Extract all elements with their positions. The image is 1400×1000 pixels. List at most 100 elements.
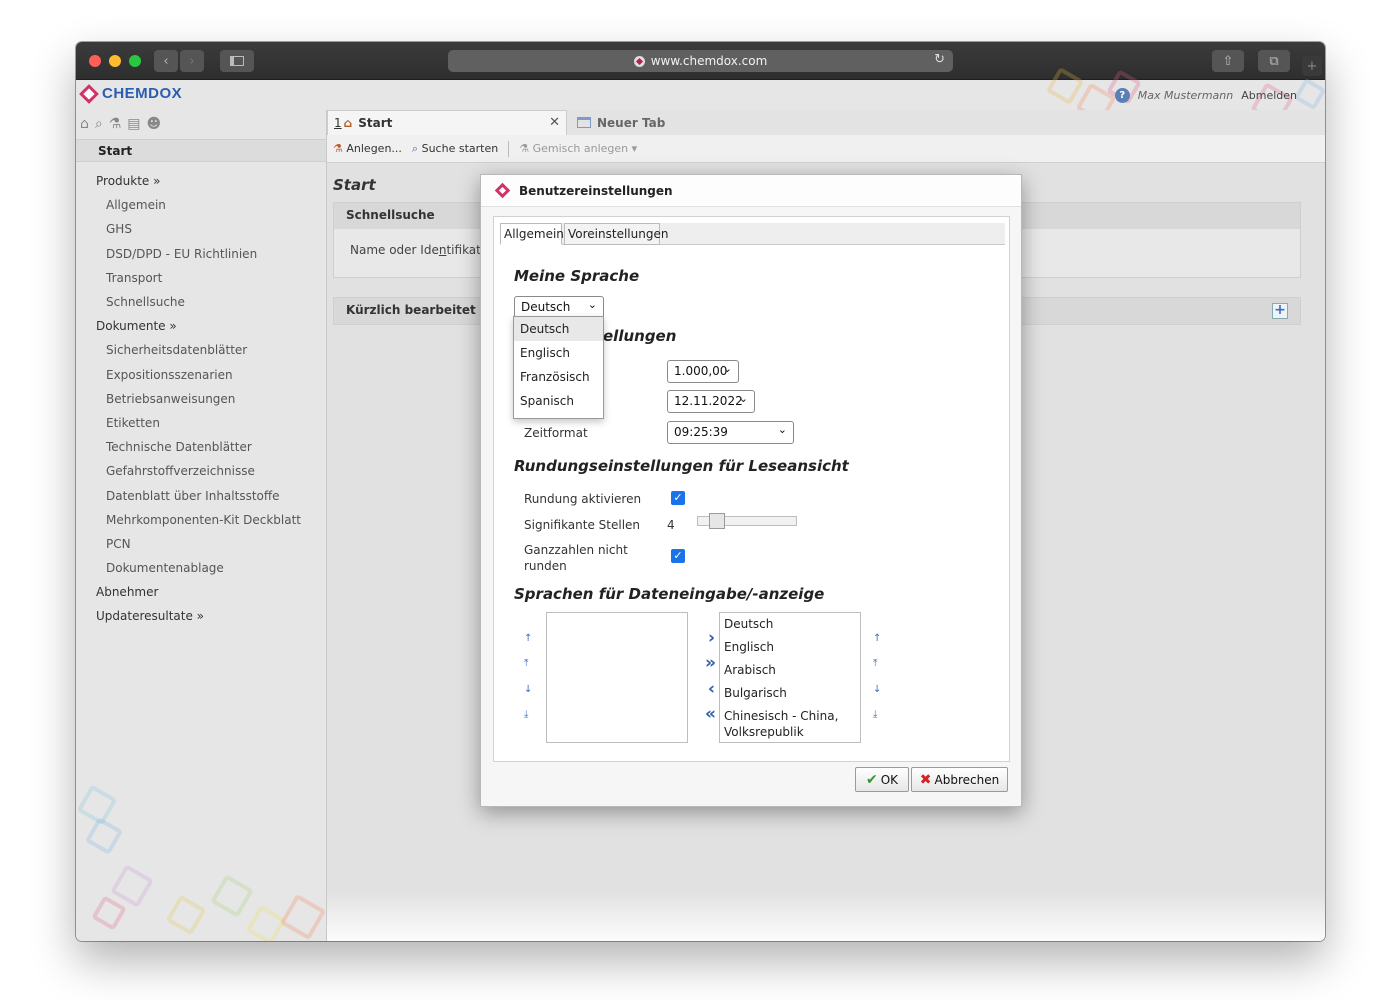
sidebar-item[interactable]: Mehrkomponenten-Kit Deckblatt — [76, 508, 326, 532]
create-mixture-button[interactable]: ⚗ Gemisch anlegen ▾ — [519, 142, 637, 155]
address-bar[interactable]: www.chemdox.com ↻ — [448, 50, 953, 72]
forward-button[interactable]: › — [180, 50, 204, 72]
minimize-window-button[interactable] — [109, 55, 121, 67]
search-icon[interactable]: ⌕ — [95, 116, 103, 132]
dropdown-option[interactable]: Deutsch — [514, 317, 603, 341]
sidebar-item[interactable]: DSD/DPD - EU Richtlinien — [76, 242, 326, 266]
move-bottom-icon[interactable]: ⤓ — [524, 709, 528, 720]
add-icon[interactable]: + — [1272, 303, 1288, 319]
zoom-window-button[interactable] — [129, 55, 141, 67]
document-icon[interactable]: ▤ — [127, 116, 140, 132]
tab-start[interactable]: 1 ⌂ Start ✕ — [327, 110, 567, 135]
list-item[interactable]: Arabisch — [720, 660, 860, 683]
time-format-select[interactable]: 09:25:39 ⌄ — [667, 421, 794, 444]
sidebar-item[interactable]: Produkte » — [76, 169, 326, 193]
sidebar-item[interactable]: Dokumente » — [76, 314, 326, 338]
sidebar-item[interactable]: Gefahrstoffverzeichnisse — [76, 459, 326, 483]
tab-voreinstellungen[interactable]: Voreinstellungen — [564, 223, 668, 245]
significant-digits-value: 4 — [667, 518, 675, 532]
move-up-icon[interactable]: ↑ — [524, 633, 532, 644]
move-up-icon[interactable]: ↑ — [873, 633, 881, 644]
quicksearch-label: Name oder Identifikator — [350, 243, 493, 257]
search-start-button[interactable]: ⌕ Suche starten — [412, 142, 498, 156]
rounding-enable-checkbox[interactable]: ✓ — [671, 491, 685, 505]
move-left-icon[interactable]: ‹ — [708, 679, 715, 699]
ok-button[interactable]: ✔ OK — [855, 767, 909, 792]
list-item[interactable]: Deutsch — [720, 614, 860, 637]
close-tab-icon[interactable]: ✕ — [549, 115, 560, 130]
sidebar-item[interactable]: Allgemein — [76, 193, 326, 217]
help-icon[interactable]: ? — [1114, 88, 1130, 103]
dialog-title-bar: Benutzereinstellungen — [481, 175, 1021, 207]
list-item[interactable]: Chinesisch - China, Volksrepublik — [720, 706, 860, 740]
sidebar-toggle-button[interactable] — [220, 50, 254, 72]
dropdown-option[interactable]: Spanisch — [514, 389, 603, 413]
move-all-left-icon[interactable]: « — [705, 704, 716, 724]
share-button[interactable]: ⇧ — [1212, 50, 1244, 72]
url-text: www.chemdox.com — [650, 54, 768, 68]
sidebar-item[interactable]: Technische Datenblätter — [76, 435, 326, 459]
integers-no-round-checkbox[interactable]: ✓ — [671, 549, 685, 563]
available-languages-list[interactable] — [546, 612, 688, 743]
sidebar-item[interactable]: Datenblatt über Inhaltsstoffe — [76, 483, 326, 507]
home-icon: ⌂ — [343, 116, 353, 130]
list-item-line: Chinesisch - China, — [724, 709, 839, 723]
move-right-icon[interactable]: › — [708, 628, 715, 648]
home-icon[interactable]: ⌂ — [80, 116, 89, 132]
number-format-select[interactable]: 1.000,00 ⌄ — [667, 360, 739, 383]
move-top-icon[interactable]: ⤒ — [873, 658, 877, 669]
list-item[interactable]: Bulgarisch — [720, 683, 860, 706]
decorative-hexagon — [165, 894, 207, 936]
chevron-down-icon: ⌄ — [587, 298, 597, 311]
cancel-button[interactable]: ✖ Abbrechen — [911, 767, 1008, 792]
flask-icon[interactable]: ⚗ — [109, 116, 122, 132]
reload-icon[interactable]: ↻ — [934, 52, 945, 67]
label-part: Name oder Ide — [350, 243, 439, 257]
browser-titlebar: ‹ › www.chemdox.com ↻ ⇧ ⧉ + — [76, 42, 1325, 80]
logout-link[interactable]: Abmelden — [1241, 89, 1297, 102]
integers-label-line: Ganzzahlen nicht — [524, 543, 628, 557]
tab-new[interactable]: Neuer Tab — [571, 110, 681, 135]
selected-languages-list[interactable]: Deutsch Englisch Arabisch Bulgarisch Chi… — [719, 612, 861, 743]
tabs-overview-button[interactable]: ⧉ — [1258, 50, 1290, 72]
back-button[interactable]: ‹ — [154, 50, 178, 72]
tab-label: Neuer Tab — [597, 115, 666, 130]
sidebar-item[interactable]: Etiketten — [76, 411, 326, 435]
move-all-right-icon[interactable]: » — [705, 653, 716, 673]
sidebar-item[interactable]: Schnellsuche — [76, 290, 326, 314]
sidebar-item[interactable]: Betriebsanweisungen — [76, 387, 326, 411]
move-bottom-icon[interactable]: ⤓ — [873, 709, 877, 720]
move-top-icon[interactable]: ⤒ — [524, 658, 528, 669]
logo-text: CHEMDOX — [102, 85, 183, 102]
dialog-tabs: Allgemein Voreinstellungen — [500, 223, 1005, 245]
sidebar-item[interactable]: Abnehmer — [76, 580, 326, 604]
sidebar-item[interactable]: Dokumentenablage — [76, 556, 326, 580]
sidebar-item[interactable]: Sicherheitsdatenblätter — [76, 338, 326, 362]
move-down-icon[interactable]: ↓ — [873, 684, 881, 695]
slider-handle[interactable] — [709, 513, 725, 529]
list-item[interactable]: Englisch — [720, 637, 860, 660]
sidebar-item[interactable]: Transport — [76, 266, 326, 290]
sidebar-item[interactable]: PCN — [76, 532, 326, 556]
mixture-label: Gemisch anlegen — [532, 142, 629, 155]
sidebar-start-header[interactable]: Start — [76, 139, 326, 162]
dropdown-option[interactable]: Französisch — [514, 365, 603, 389]
integers-label-line: runden — [524, 559, 567, 573]
move-down-icon[interactable]: ↓ — [524, 684, 532, 695]
tab-allgemein[interactable]: Allgemein — [500, 223, 564, 245]
sidebar-item[interactable]: Updateresultate » — [76, 604, 326, 628]
user-box: ? Max Mustermann Abmelden — [1114, 88, 1297, 103]
settings-dialog: Benutzereinstellungen Allgemein Voreinst… — [480, 174, 1022, 807]
new-tab-button[interactable]: + — [1302, 56, 1322, 76]
dialog-title: Benutzereinstellungen — [519, 183, 673, 198]
flask-icon: ⚗ — [333, 142, 343, 155]
sidebar-item[interactable]: GHS — [76, 217, 326, 241]
page-title: Start — [333, 176, 376, 194]
dropdown-arrow-icon: ▾ — [631, 142, 638, 155]
users-icon[interactable]: ☻ — [147, 116, 162, 132]
date-format-select[interactable]: 12.11.2022 ⌄ — [667, 390, 755, 413]
dropdown-option[interactable]: Englisch — [514, 341, 603, 365]
close-window-button[interactable] — [89, 55, 101, 67]
sidebar-item[interactable]: Expositionsszenarien — [76, 363, 326, 387]
create-button[interactable]: ⚗ Anlegen... — [333, 142, 402, 155]
